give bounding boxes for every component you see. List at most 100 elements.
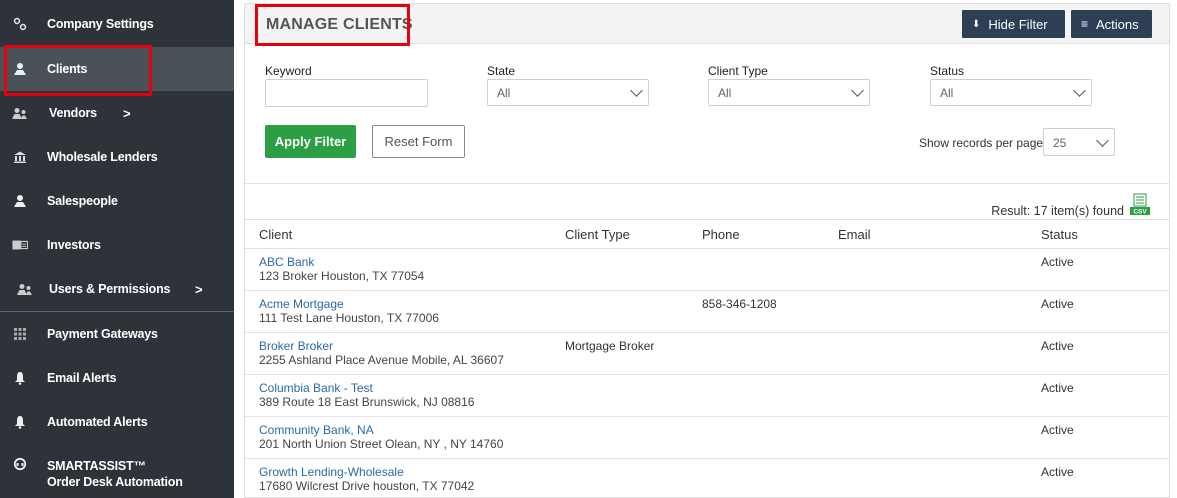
gears-icon bbox=[12, 16, 28, 32]
table-row[interactable]: Community Bank, NA 201 North Union Street… bbox=[245, 416, 1169, 459]
chevron-down-icon bbox=[851, 84, 864, 97]
client-type-cell bbox=[551, 458, 688, 498]
email-cell bbox=[824, 248, 1027, 291]
client-type-select[interactable]: All bbox=[708, 79, 870, 106]
table-row[interactable]: Growth Lending-Wholesale 17680 Wilcrest D… bbox=[245, 458, 1169, 498]
table-header-row: Client Client Type Phone Email Status bbox=[245, 219, 1169, 249]
email-cell bbox=[824, 458, 1027, 498]
smartassist-subtitle: Order Desk Automation bbox=[47, 475, 183, 489]
sidebar-item-users-permissions[interactable]: Users & Permissions > bbox=[0, 267, 234, 311]
sidebar-item-label: Users & Permissions bbox=[49, 282, 171, 296]
sidebar-item-payment-gateways[interactable]: Payment Gateways bbox=[0, 312, 234, 356]
table-row[interactable]: ABC Bank 123 Broker Houston, TX 77054 Act… bbox=[245, 248, 1169, 291]
phone-cell bbox=[688, 458, 824, 498]
keyword-input[interactable] bbox=[265, 79, 428, 107]
double-chevron-down-icon: ⬇ bbox=[972, 18, 981, 30]
hide-filter-button[interactable]: ⬇ Hide Filter bbox=[962, 10, 1065, 38]
chevron-down-icon bbox=[630, 84, 643, 97]
phone-cell bbox=[688, 374, 824, 417]
sidebar-item-label: Wholesale Lenders bbox=[47, 150, 158, 164]
chevron-right-icon: > bbox=[123, 105, 131, 121]
client-type-cell bbox=[551, 290, 688, 333]
sidebar: Company Settings Clients Vendors > Whole… bbox=[0, 0, 234, 498]
client-type-cell bbox=[551, 374, 688, 417]
menu-icon: ≡ bbox=[1081, 17, 1089, 31]
client-address: 111 Test Lane Houston, TX 77006 bbox=[259, 311, 439, 325]
status-select[interactable]: All bbox=[930, 79, 1092, 106]
keyword-label: Keyword bbox=[265, 64, 312, 78]
client-cell: Columbia Bank - Test 389 Route 18 East Br… bbox=[245, 374, 551, 417]
client-address: 17680 Wilcrest Drive houston, TX 77042 bbox=[259, 479, 475, 493]
table-row[interactable]: Broker Broker 2255 Ashland Place Avenue M… bbox=[245, 332, 1169, 375]
email-cell bbox=[824, 374, 1027, 417]
client-link[interactable]: Broker Broker bbox=[259, 339, 551, 353]
result-count: Result: 17 item(s) found bbox=[991, 204, 1124, 218]
column-header-status[interactable]: Status bbox=[1027, 219, 1169, 249]
sidebar-item-investors[interactable]: Investors bbox=[0, 223, 234, 267]
sidebar-item-automated-alerts[interactable]: Automated Alerts bbox=[0, 400, 234, 444]
sidebar-item-wholesale-lenders[interactable]: Wholesale Lenders bbox=[0, 135, 234, 179]
client-link[interactable]: ABC Bank bbox=[259, 255, 551, 269]
highlight-box-clients bbox=[4, 45, 152, 96]
svg-text:CSV: CSV bbox=[1133, 209, 1147, 216]
client-type-cell: Mortgage Broker bbox=[551, 332, 688, 375]
status-cell: Active bbox=[1027, 248, 1169, 291]
client-type-label: Client Type bbox=[708, 64, 768, 78]
chevron-right-icon: > bbox=[195, 281, 203, 297]
highlight-box-title bbox=[255, 4, 410, 46]
client-cell: Acme Mortgage 111 Test Lane Houston, TX 7… bbox=[245, 290, 551, 333]
client-link[interactable]: Growth Lending-Wholesale bbox=[259, 465, 551, 479]
phone-cell: 858-346-1208 bbox=[688, 290, 824, 333]
client-address: 123 Broker Houston, TX 77054 bbox=[259, 269, 425, 283]
records-per-page-label: Show records per page bbox=[919, 136, 1044, 150]
users-icon bbox=[12, 105, 28, 121]
bell-icon bbox=[12, 414, 28, 430]
column-header-client[interactable]: Client bbox=[245, 219, 551, 249]
sidebar-item-vendors[interactable]: Vendors > bbox=[0, 91, 234, 135]
client-cell: Broker Broker 2255 Ashland Place Avenue M… bbox=[245, 332, 551, 375]
client-address: 2255 Ashland Place Avenue Mobile, AL 366… bbox=[259, 353, 504, 367]
state-label: State bbox=[487, 64, 516, 78]
client-type-cell bbox=[551, 248, 688, 291]
phone-cell bbox=[688, 416, 824, 459]
sidebar-item-email-alerts[interactable]: Email Alerts bbox=[0, 356, 234, 400]
reset-form-button[interactable]: Reset Form bbox=[372, 125, 465, 158]
apply-filter-button[interactable]: Apply Filter bbox=[265, 125, 356, 158]
sidebar-item-label: Vendors bbox=[49, 106, 97, 120]
column-header-email[interactable]: Email bbox=[824, 219, 1027, 249]
client-link[interactable]: Acme Mortgage bbox=[259, 297, 551, 311]
actions-button[interactable]: ≡ Actions bbox=[1071, 10, 1152, 38]
actions-label: Actions bbox=[1096, 16, 1139, 32]
table-row[interactable]: Acme Mortgage 111 Test Lane Houston, TX 7… bbox=[245, 290, 1169, 333]
sidebar-item-label: Investors bbox=[47, 238, 101, 252]
sidebar-item-label: Automated Alerts bbox=[47, 415, 148, 429]
records-per-page-select[interactable]: 25 bbox=[1043, 128, 1115, 156]
client-cell: Community Bank, NA 201 North Union Street… bbox=[245, 416, 551, 459]
email-cell bbox=[824, 290, 1027, 333]
sidebar-item-salespeople[interactable]: Salespeople bbox=[0, 179, 234, 223]
state-select[interactable]: All bbox=[487, 79, 649, 106]
users-icon bbox=[17, 281, 33, 297]
smartassist-title: SMARTASSIST™ bbox=[47, 459, 146, 473]
status-label: Status bbox=[930, 64, 965, 78]
bell-icon bbox=[12, 370, 28, 386]
email-cell bbox=[824, 332, 1027, 375]
client-cell: Growth Lending-Wholesale 17680 Wilcrest D… bbox=[245, 458, 551, 498]
sidebar-item-smartassist[interactable]: SMARTASSIST™ Order Desk Automation bbox=[0, 452, 234, 496]
client-address: 389 Route 18 East Brunswick, NJ 08816 bbox=[259, 395, 475, 409]
sidebar-item-label: Payment Gateways bbox=[47, 327, 158, 341]
status-cell: Active bbox=[1027, 290, 1169, 333]
client-link[interactable]: Community Bank, NA bbox=[259, 423, 551, 437]
column-header-client-type[interactable]: Client Type bbox=[551, 219, 688, 249]
phone-cell bbox=[688, 248, 824, 291]
chevron-down-icon bbox=[1073, 84, 1086, 97]
csv-export-icon[interactable]: CSV bbox=[1129, 193, 1151, 217]
column-header-phone[interactable]: Phone bbox=[688, 219, 824, 249]
status-cell: Active bbox=[1027, 458, 1169, 498]
sidebar-item-company-settings[interactable]: Company Settings bbox=[0, 2, 234, 46]
status-cell: Active bbox=[1027, 416, 1169, 459]
client-cell: ABC Bank 123 Broker Houston, TX 77054 bbox=[245, 248, 551, 291]
clients-table: Client Client Type Phone Email Status AB… bbox=[245, 219, 1169, 498]
client-link[interactable]: Columbia Bank - Test bbox=[259, 381, 551, 395]
table-row[interactable]: Columbia Bank - Test 389 Route 18 East Br… bbox=[245, 374, 1169, 417]
